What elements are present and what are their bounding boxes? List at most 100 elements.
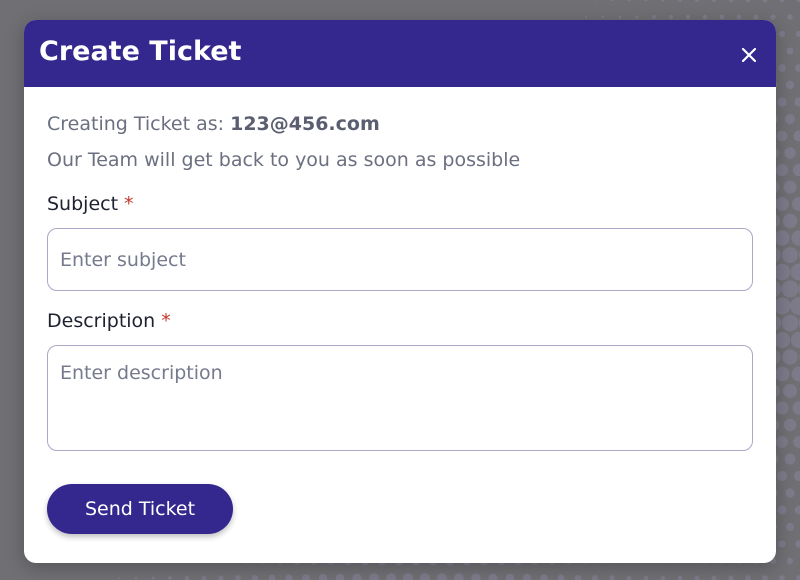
send-ticket-button[interactable]: Send Ticket [47, 484, 233, 534]
background-dot [782, 349, 798, 365]
background-dot [318, 573, 328, 580]
background-dot [694, 575, 700, 580]
background-dot [352, 573, 362, 580]
background-dot [695, 0, 699, 2]
background-dot [776, 470, 788, 482]
background-dot [779, 0, 785, 3]
background-dot [793, 436, 800, 448]
background-dot [134, 576, 138, 580]
background-dot [601, 15, 605, 19]
background-dot [728, 575, 734, 580]
background-dot [776, 436, 788, 448]
background-dot [784, 147, 796, 159]
background-dot [774, 230, 790, 246]
background-dot [790, 297, 800, 315]
background-dot [609, 575, 615, 580]
background-dot [668, 14, 674, 20]
background-dot [786, 557, 794, 565]
background-dot [151, 576, 155, 580]
background-dot [762, 575, 768, 580]
dialog-title: Create Ticket [39, 36, 242, 67]
subject-label: Subject * [47, 191, 134, 217]
background-dot [795, 64, 800, 72]
background-dot [779, 575, 785, 580]
background-dot [268, 574, 276, 580]
background-dot [574, 574, 582, 580]
close-icon [741, 47, 757, 63]
background-dot [557, 574, 565, 580]
background-dot [201, 575, 207, 580]
background-dot [626, 575, 632, 580]
background-dot [235, 575, 241, 580]
background-dot [783, 384, 797, 398]
background-dot [592, 575, 598, 580]
background-dot [790, 263, 800, 281]
background-dot [792, 401, 800, 415]
description-label: Description * [47, 308, 171, 334]
background-dot [785, 488, 795, 498]
background-dot [791, 230, 800, 246]
description-required-mark: * [161, 310, 171, 332]
background-dot [677, 575, 683, 580]
close-button[interactable] [734, 40, 764, 70]
background-dot [775, 401, 789, 415]
background-dot [644, 0, 648, 2]
background-dot [778, 30, 786, 38]
background-dot [773, 331, 791, 349]
background-dot [762, 0, 768, 3]
background-dot [787, 14, 793, 20]
background-dot [778, 64, 786, 72]
background-dot [610, 0, 614, 2]
background-dot [781, 280, 799, 298]
description-label-text: Description [47, 310, 156, 332]
background-dot [795, 540, 800, 548]
background-dot [794, 505, 800, 515]
creating-as-label: Creating Ticket as: [47, 113, 225, 135]
background-dot [505, 573, 515, 580]
background-dot [745, 575, 751, 580]
background-dot [794, 97, 800, 107]
background-dot [770, 14, 776, 20]
background-dot [791, 366, 800, 382]
background-dot [778, 540, 786, 548]
background-dot [660, 575, 666, 580]
background-dot [369, 573, 379, 580]
subject-input[interactable] [47, 228, 753, 291]
background-dot [786, 47, 794, 55]
background-dot [736, 14, 742, 20]
background-dot [785, 114, 795, 124]
create-ticket-dialog: Create Ticket Creating Ticket as: 123@45… [24, 20, 776, 563]
background-dot [118, 577, 120, 579]
background-dot [777, 505, 787, 515]
background-dot [251, 574, 259, 580]
background-dot [792, 163, 800, 177]
background-dot [745, 0, 751, 3]
description-textarea[interactable] [47, 345, 753, 451]
background-dot [785, 80, 795, 90]
background-dot [471, 573, 481, 580]
background-dot [302, 574, 310, 580]
background-dot [285, 574, 293, 580]
background-dot [776, 130, 788, 142]
background-dot [403, 573, 413, 580]
background-dot [635, 15, 639, 19]
background-dot [488, 573, 498, 580]
background-dot [420, 573, 430, 580]
background-dot [678, 0, 682, 2]
background-dot [711, 0, 717, 3]
subject-required-mark: * [124, 193, 134, 215]
background-dot [774, 366, 790, 382]
background-dot [711, 575, 717, 580]
background-dot [386, 573, 396, 580]
background-dot [594, 0, 596, 1]
background-dot [793, 470, 800, 482]
background-dot [685, 14, 691, 20]
background-dot [437, 573, 447, 580]
user-email: 123@456.com [230, 113, 380, 135]
background-dot [783, 180, 797, 194]
background-dot [168, 576, 172, 580]
background-dot [185, 576, 189, 580]
background-dot [786, 523, 794, 531]
background-dot [218, 575, 224, 580]
dialog-header: Create Ticket [24, 20, 776, 87]
